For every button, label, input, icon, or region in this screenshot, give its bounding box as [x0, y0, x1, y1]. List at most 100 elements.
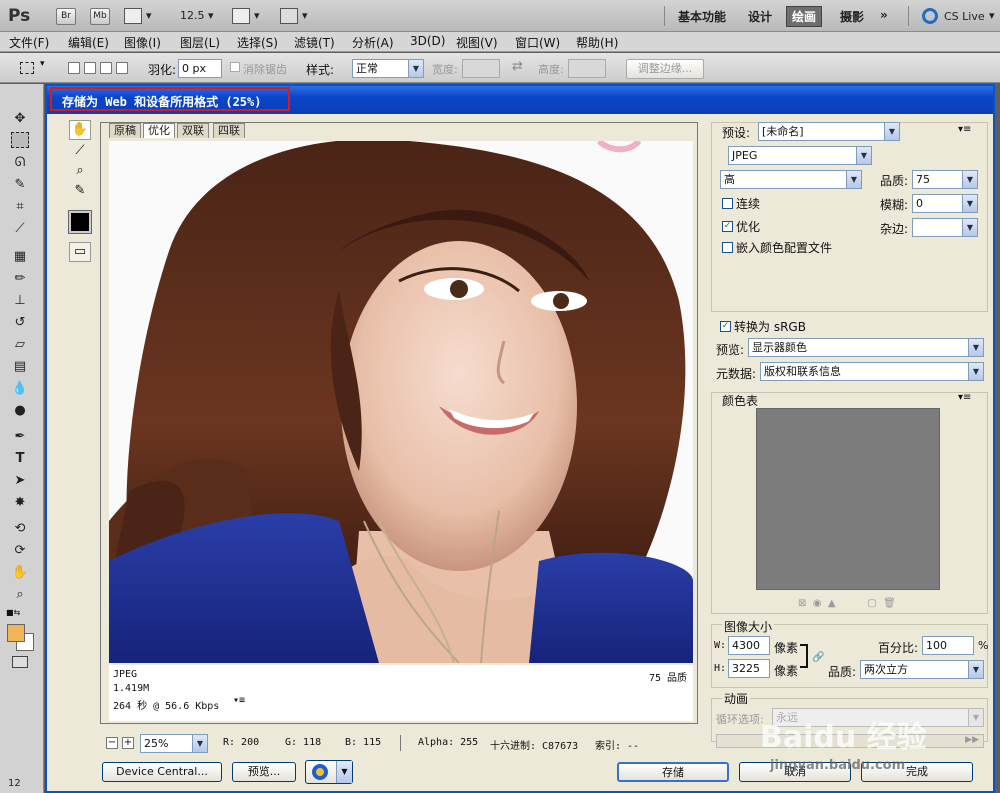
color-table-menu-icon[interactable]: ▾≡	[958, 392, 971, 403]
arrange-dropdown-icon[interactable]: ▾	[254, 9, 260, 22]
eraser-tool-icon[interactable]: ▱	[10, 336, 30, 354]
workspace-design[interactable]: 设计	[748, 8, 772, 25]
brush-tool-icon[interactable]: ✏	[10, 270, 30, 288]
zoom-select[interactable]: 25% ▼	[140, 734, 208, 753]
dialog-titlebar[interactable]: 存储为 Web 和设备所用格式 (25%)	[47, 86, 993, 114]
matte-select[interactable]: ▼	[912, 218, 978, 237]
workspace-photography[interactable]: 摄影	[840, 8, 864, 25]
workspace-painting[interactable]: 绘画	[786, 6, 823, 27]
default-colors-icon[interactable]: ■⇆	[6, 608, 20, 617]
menu-select[interactable]: 选择(S)	[237, 34, 278, 51]
progressive-checkbox[interactable]	[722, 198, 733, 209]
more-workspaces-icon[interactable]: »	[880, 8, 888, 22]
preview-button[interactable]: 预览...	[232, 762, 296, 782]
device-central-button[interactable]: Device Central...	[102, 762, 222, 782]
hand-tool-icon[interactable]: ✋	[69, 120, 91, 140]
foreground-color-swatch[interactable]	[7, 624, 25, 642]
quick-mask-icon[interactable]	[12, 656, 28, 668]
color-table-swatches[interactable]	[756, 408, 940, 590]
intersect-selection-icon[interactable]	[116, 62, 128, 74]
eyedropper-tool-icon[interactable]: ✎	[69, 182, 91, 202]
menu-window[interactable]: 窗口(W)	[515, 34, 560, 51]
pen-tool-icon[interactable]: ✒	[10, 428, 30, 446]
hand-tool-icon[interactable]: ✋	[10, 564, 30, 582]
zoom-out-button[interactable]: −	[106, 737, 118, 749]
format-select[interactable]: JPEG ▼	[728, 146, 872, 165]
link-icon[interactable]: 🔗	[812, 652, 824, 663]
color-table-actions-icon[interactable]: ⊠ ◉ ▲ ▢ 🗑	[798, 598, 896, 609]
history-brush-tool-icon[interactable]: ↺	[10, 314, 30, 332]
view-extras-dropdown-icon[interactable]: ▾	[146, 9, 152, 22]
tab-original[interactable]: 原稿	[109, 123, 141, 138]
toggle-slices-icon[interactable]: ▭	[69, 242, 91, 262]
height-input[interactable]: 3225	[728, 659, 770, 678]
zoom-tool-icon[interactable]: ⌕	[69, 162, 91, 182]
quality-input[interactable]: 75 ▼	[912, 170, 978, 189]
tool-preset-dropdown-icon[interactable]: ▾	[40, 59, 45, 69]
feather-input[interactable]: 0 px	[178, 59, 222, 78]
optimized-image-preview[interactable]	[109, 141, 693, 663]
arrange-documents-icon[interactable]	[232, 8, 250, 24]
preset-select[interactable]: [未命名] ▼	[758, 122, 900, 141]
optimize-menu-icon[interactable]: ▾≡	[958, 124, 971, 135]
info-menu-icon[interactable]: ▾≡	[233, 695, 245, 706]
add-selection-icon[interactable]	[84, 62, 96, 74]
3d-orbit-tool-icon[interactable]: ⟳	[10, 542, 30, 560]
dodge-tool-icon[interactable]: ●	[10, 402, 30, 420]
optimized-checkbox[interactable]: ✓	[722, 221, 733, 232]
menu-edit[interactable]: 编辑(E)	[68, 34, 109, 51]
screen-mode-dropdown-icon[interactable]: ▾	[302, 9, 308, 22]
preview-select[interactable]: 显示器颜色 ▼	[748, 338, 984, 357]
subtract-selection-icon[interactable]	[100, 62, 112, 74]
quality-level-select[interactable]: 高 ▼	[720, 170, 862, 189]
healing-brush-tool-icon[interactable]: ▦	[10, 248, 30, 266]
menu-filter[interactable]: 滤镜(T)	[294, 34, 335, 51]
marquee-tool-icon[interactable]	[20, 62, 34, 74]
height-input[interactable]	[568, 59, 606, 78]
eyedropper-tool-icon[interactable]: ⟋	[10, 220, 30, 238]
swap-icon[interactable]: ⇄	[512, 59, 523, 74]
eyedropper-color-swatch[interactable]	[68, 210, 92, 234]
tab-2up[interactable]: 双联	[177, 123, 209, 138]
antialias-checkbox[interactable]	[230, 62, 240, 72]
menu-3d[interactable]: 3D(D)	[410, 34, 445, 48]
type-tool-icon[interactable]: T	[10, 450, 30, 468]
width-input[interactable]: 4300	[728, 636, 770, 655]
path-select-tool-icon[interactable]: ➤	[10, 472, 30, 490]
move-tool-icon[interactable]: ✥	[10, 110, 30, 128]
cs-live-dropdown-icon[interactable]: ▾	[989, 9, 995, 22]
lasso-tool-icon[interactable]: ᘏ	[10, 154, 30, 172]
metadata-select[interactable]: 版权和联系信息 ▼	[760, 362, 984, 381]
style-select[interactable]: 正常 ▼	[352, 59, 424, 78]
zoom-dropdown-icon[interactable]: ▾	[208, 9, 214, 22]
zoom-in-button[interactable]: +	[122, 737, 134, 749]
3d-rotate-tool-icon[interactable]: ⟲	[10, 520, 30, 538]
view-extras-icon[interactable]	[124, 8, 142, 24]
tab-optimized[interactable]: 优化	[143, 123, 175, 138]
menu-analysis[interactable]: 分析(A)	[352, 34, 394, 51]
menu-image[interactable]: 图像(I)	[124, 34, 161, 51]
percent-input[interactable]: 100	[922, 636, 974, 655]
shape-tool-icon[interactable]: ✸	[10, 494, 30, 512]
zoom-level[interactable]: 12.5	[180, 9, 205, 22]
convert-srgb-checkbox[interactable]: ✓	[720, 321, 731, 332]
rect-marquee-tool-icon[interactable]	[11, 132, 29, 148]
blur-input[interactable]: 0 ▼	[912, 194, 978, 213]
zoom-tool-icon[interactable]: ⌕	[10, 586, 30, 604]
resample-select[interactable]: 两次立方 ▼	[860, 660, 984, 679]
screen-mode-icon[interactable]	[280, 8, 298, 24]
animation-next-icon[interactable]: ▶▶	[965, 735, 979, 745]
menu-view[interactable]: 视图(V)	[456, 34, 498, 51]
menu-layer[interactable]: 图层(L)	[180, 34, 220, 51]
menu-help[interactable]: 帮助(H)	[576, 34, 618, 51]
slice-select-tool-icon[interactable]: ⟋	[69, 142, 91, 162]
crop-tool-icon[interactable]: ⌗	[10, 198, 30, 216]
width-input[interactable]	[462, 59, 500, 78]
gradient-tool-icon[interactable]: ▤	[10, 358, 30, 376]
clone-stamp-tool-icon[interactable]: ⊥	[10, 292, 30, 310]
menu-file[interactable]: 文件(F)	[9, 34, 49, 51]
refine-edge-button[interactable]: 调整边缘...	[626, 59, 704, 79]
quick-select-tool-icon[interactable]: ✎	[10, 176, 30, 194]
blur-tool-icon[interactable]: 💧	[10, 380, 30, 398]
browser-select[interactable]: ▼	[305, 760, 353, 784]
